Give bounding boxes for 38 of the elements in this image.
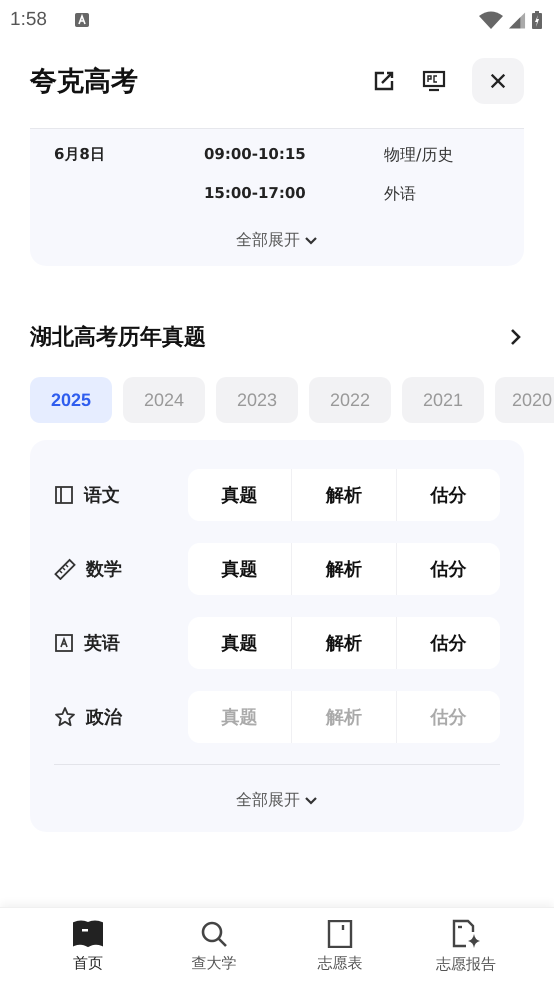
signal-icon (509, 11, 526, 29)
nav-tab[interactable]: 志愿报告 (416, 908, 516, 985)
exam-time: 15:00-17:00 (204, 184, 307, 204)
exam-subject: 物理/历史 (384, 145, 454, 166)
close-button[interactable] (472, 58, 524, 104)
ruler-icon (54, 558, 76, 580)
section-title: 湖北高考历年真题 (30, 324, 206, 352)
close-icon (489, 72, 507, 90)
open-book-icon (72, 920, 104, 948)
letter-a-icon (54, 633, 74, 653)
subject-name: 英语 (84, 632, 120, 655)
star-icon (54, 706, 76, 728)
chevron-right-icon[interactable] (510, 328, 522, 346)
wifi-icon (479, 11, 503, 29)
nav-tab[interactable]: 志愿表 (290, 908, 390, 985)
book-icon (54, 485, 74, 505)
notification-icon (74, 13, 89, 27)
chevron-down-icon (304, 796, 318, 806)
subject-name: 政治 (86, 706, 122, 729)
exam-time: 09:00-10:15 (204, 145, 307, 165)
year-tab[interactable]: 2025 (30, 377, 112, 423)
status-time: 1:58 (10, 9, 47, 31)
search-icon (200, 920, 228, 948)
subject-name: 数学 (86, 558, 122, 581)
chevron-down-icon (304, 236, 318, 246)
pc-monitor-icon[interactable] (422, 69, 446, 93)
door-icon (327, 920, 353, 948)
exam-date: 6月8日 (54, 145, 106, 165)
edit-icon[interactable] (372, 69, 396, 93)
nav-tab[interactable]: 首页 (38, 908, 138, 985)
document-sparkle-icon (451, 919, 481, 949)
exam-subject: 外语 (384, 184, 416, 205)
subject-name: 语文 (84, 484, 120, 507)
expand-all-button[interactable]: 全部展开 (230, 229, 324, 252)
app-title: 夸克高考 (30, 65, 138, 99)
nav-tab[interactable]: 查大学 (164, 908, 264, 985)
battery-icon (532, 11, 542, 29)
expand-all-button[interactable]: 全部展开 (230, 789, 324, 812)
